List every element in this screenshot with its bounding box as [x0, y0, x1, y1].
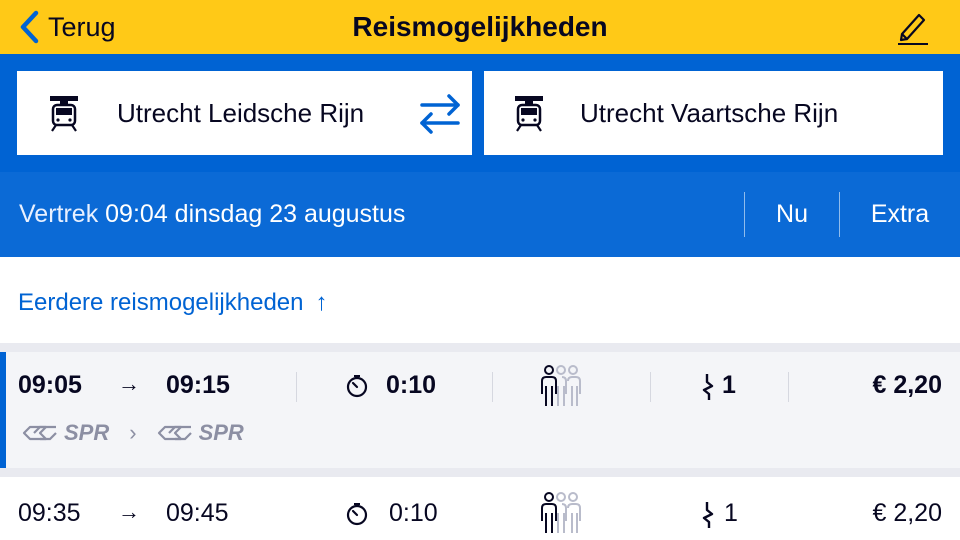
from-station-name: Utrecht Leidsche Rijn	[117, 97, 365, 128]
arrival-time: 09:15	[166, 371, 230, 399]
chevron-right-icon: ›	[129, 420, 137, 445]
from-station-field[interactable]: Utrecht Leidsche Rijn	[17, 71, 477, 155]
train-station-icon	[50, 96, 78, 132]
clock-icon	[346, 375, 368, 398]
divider	[0, 468, 960, 477]
departure-time: 09:05	[18, 371, 82, 399]
transfer-count: 1	[724, 499, 738, 527]
product-badge: SPR	[155, 420, 244, 446]
extra-button[interactable]: Extra	[840, 172, 960, 257]
departure-time: 09:35	[18, 499, 81, 527]
clock-icon	[346, 503, 368, 526]
departure-time: 09:04	[105, 200, 168, 228]
page-title: Reismogelijkheden	[352, 11, 608, 42]
trip-price: € 2,20	[872, 499, 942, 527]
divider	[492, 372, 493, 402]
divider	[0, 343, 960, 352]
back-label: Terug	[48, 11, 116, 42]
transfer-icon	[702, 374, 714, 400]
crowding-icon	[541, 365, 581, 406]
divider	[650, 372, 651, 402]
departure-label: Vertrek	[19, 200, 99, 228]
product-badge: SPR	[20, 420, 109, 446]
now-button[interactable]: Nu	[745, 172, 839, 257]
trip-row[interactable]: 09:05 → 09:15 0:10 1 € 2,20 SPR › SPR	[0, 352, 960, 468]
crowding-icon	[541, 492, 581, 533]
product-label: SPR	[198, 420, 244, 445]
swap-arrows-icon[interactable]	[414, 92, 466, 136]
product-label: SPR	[64, 420, 110, 445]
chevron-left-icon	[20, 10, 39, 44]
earlier-options-link[interactable]: Eerdere reismogelijkheden ↑	[18, 272, 328, 334]
trip-price: € 2,20	[872, 371, 942, 399]
top-bar: Terug Reismogelijkheden	[0, 0, 960, 54]
arrow-up-icon: ↑	[315, 289, 328, 316]
trip-duration: 0:10	[389, 499, 438, 527]
journey-planner: Utrecht Leidsche Rijn Utrecht Vaartsche …	[0, 54, 960, 172]
departure-time-selector[interactable]: Vertrek 09:04 dinsdag 23 augustus	[19, 172, 405, 257]
ns-logo-icon	[157, 425, 192, 441]
divider	[296, 372, 297, 402]
to-station-field[interactable]: Utrecht Vaartsche Rijn	[484, 71, 943, 155]
earlier-options-label: Eerdere reismogelijkheden	[18, 289, 304, 316]
departure-bar: Vertrek 09:04 dinsdag 23 augustus Nu Ext…	[0, 172, 960, 257]
train-station-icon	[515, 96, 543, 132]
trip-row[interactable]: 09:35 → 09:45 0:10 1 € 2,20	[0, 477, 960, 540]
ns-logo-icon	[22, 425, 57, 441]
trip-duration: 0:10	[386, 371, 437, 399]
departure-date: dinsdag 23 augustus	[174, 200, 406, 228]
transfer-count: 1	[722, 371, 736, 399]
arrow-right-icon: →	[118, 371, 140, 396]
divider	[788, 372, 789, 402]
transfer-icon	[702, 502, 714, 528]
to-station-name: Utrecht Vaartsche Rijn	[580, 97, 839, 128]
arrow-right-icon: →	[118, 499, 140, 524]
edit-pencil-icon[interactable]	[892, 6, 932, 46]
selected-indicator	[0, 352, 6, 468]
arrival-time: 09:45	[166, 499, 229, 527]
back-button[interactable]: Terug	[18, 8, 116, 46]
product-list: SPR › SPR	[20, 418, 244, 448]
